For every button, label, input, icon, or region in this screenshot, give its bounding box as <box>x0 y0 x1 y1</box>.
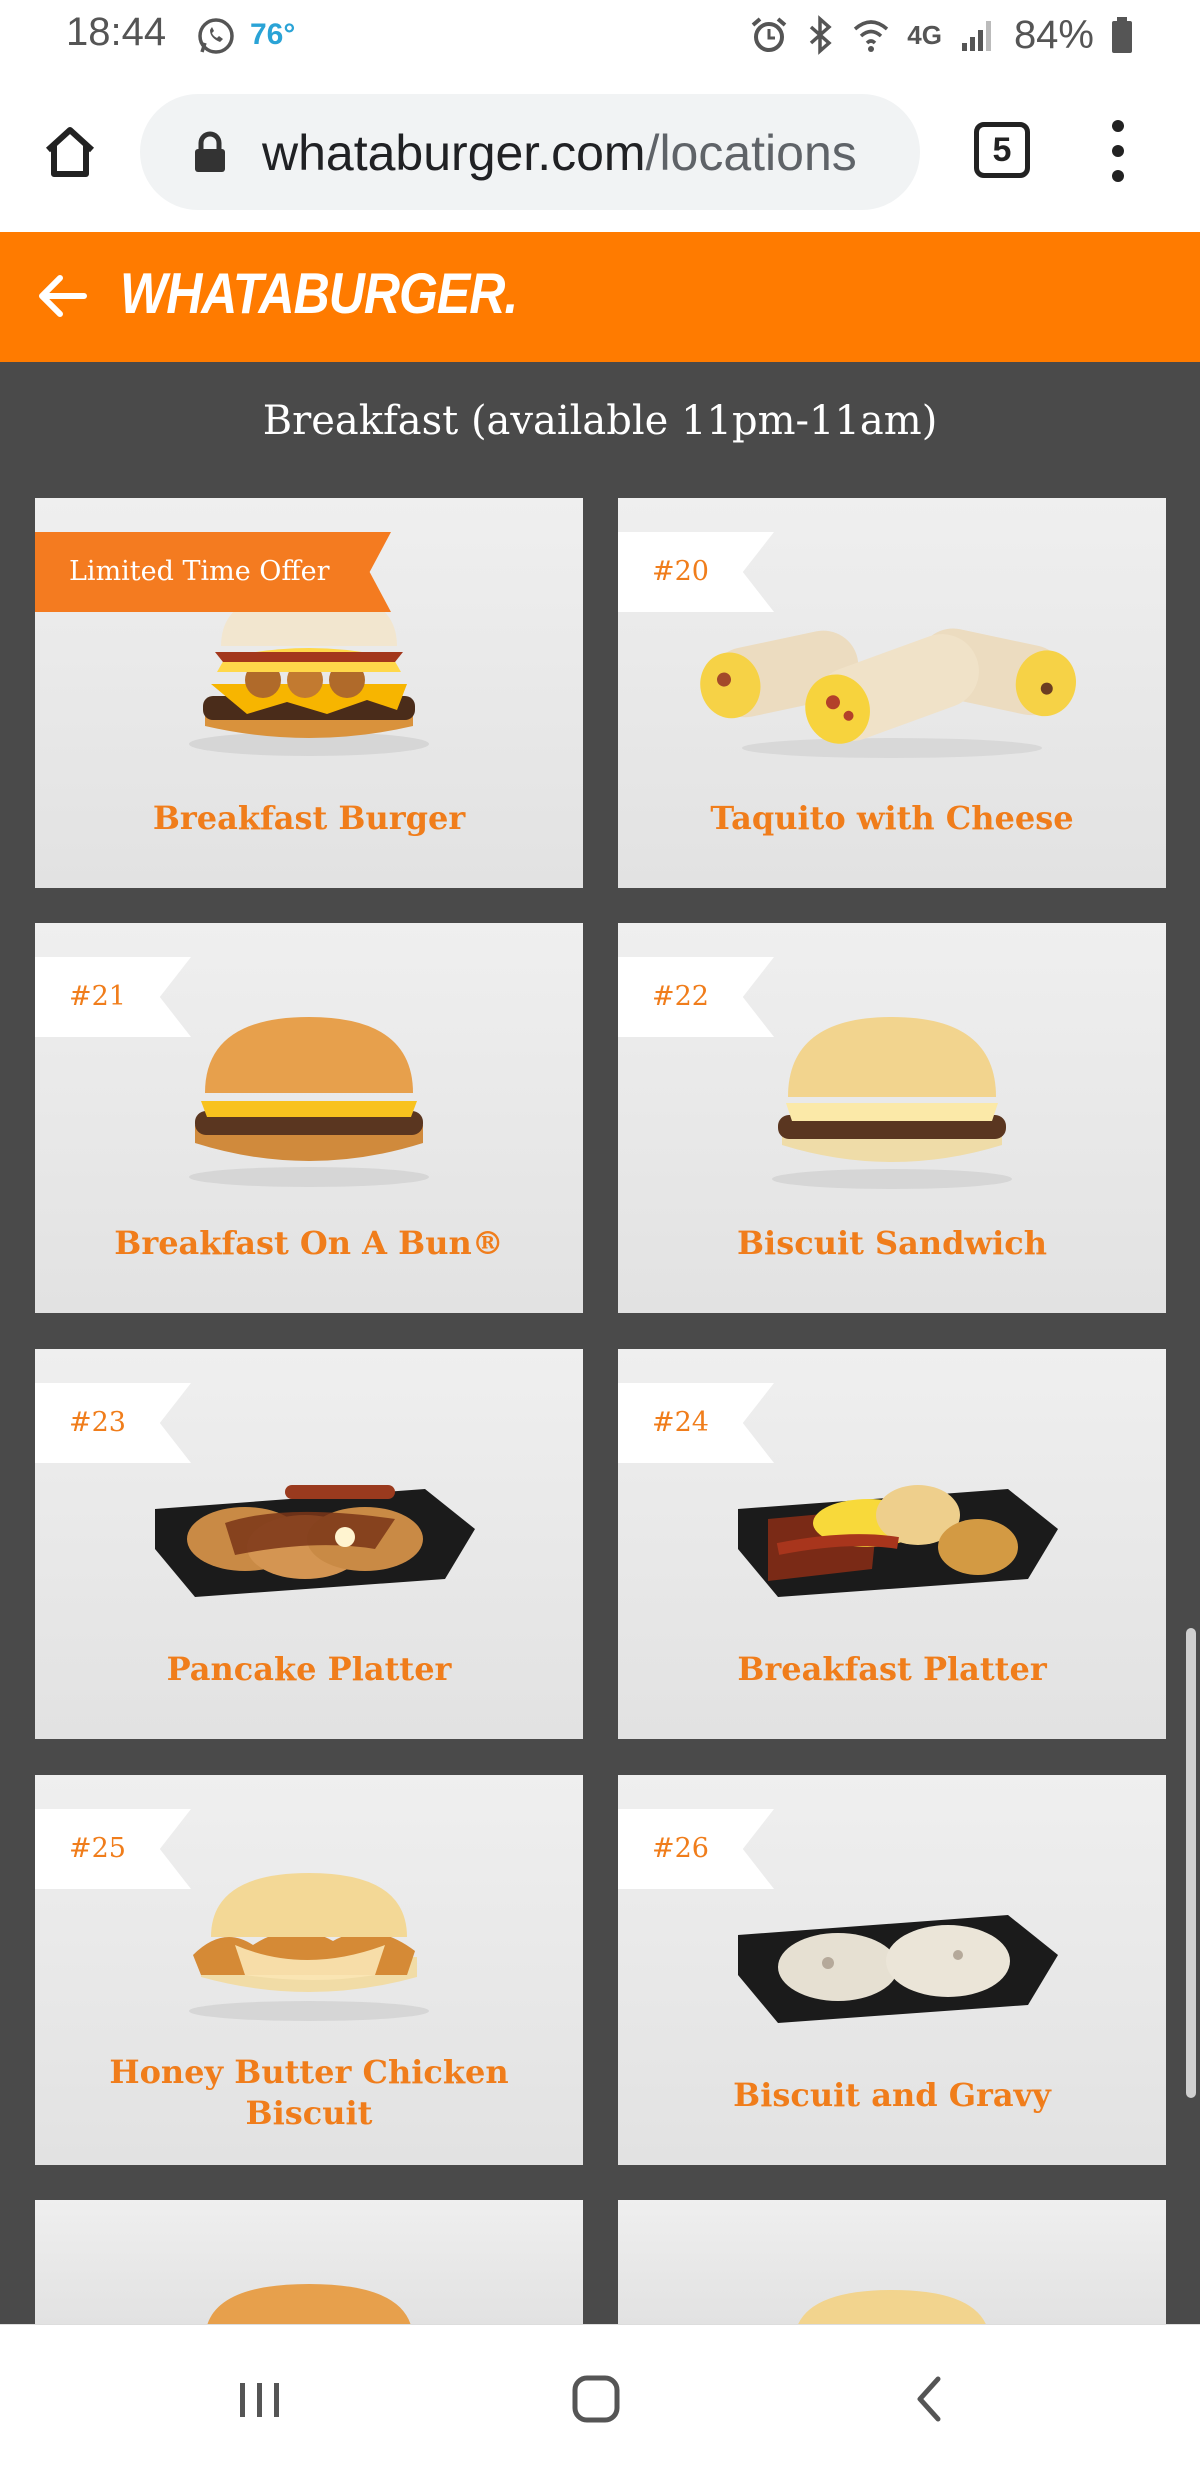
wifi-icon <box>854 20 889 52</box>
menu-card[interactable]: #20 Taquito with Cheese <box>618 498 1166 888</box>
brand-logo[interactable]: WHATABURGER. <box>120 260 518 327</box>
lock-icon <box>195 131 225 172</box>
recents-icon[interactable] <box>230 2369 290 2429</box>
item-name: Taquito with Cheese <box>710 799 1074 837</box>
section-title: Breakfast (available 11pm-11am) <box>262 398 938 444</box>
status-bar: 18:44 76° 4G 84% <box>0 0 1200 72</box>
item-name: Pancake Platter <box>166 1650 452 1688</box>
item-name: Breakfast Burger <box>152 799 466 837</box>
arrow-left-icon[interactable] <box>34 268 90 324</box>
food-image <box>798 2290 986 2324</box>
menu-card[interactable]: #22 Biscuit Sandwich <box>618 923 1166 1313</box>
tab-switcher-button[interactable]: 5 <box>974 122 1030 178</box>
url-text: whataburger.com/locations <box>262 124 912 182</box>
item-name: Biscuit and Gravy <box>733 2076 1051 2114</box>
status-icons: 4G 84% <box>749 10 1134 60</box>
item-name: Breakfast On A Bun® <box>114 1224 504 1262</box>
item-name: Biscuit Sandwich <box>737 1224 1047 1262</box>
battery-icon <box>1112 17 1132 53</box>
network-type: 4G <box>907 19 942 50</box>
url-domain: whataburger.com <box>262 125 646 181</box>
more-vert-icon[interactable] <box>1100 116 1136 186</box>
food-image <box>207 2284 411 2324</box>
limited-time-badge: Limited Time Offer <box>35 532 391 612</box>
item-name: Honey Butter Chicken <box>109 2053 509 2091</box>
menu-card[interactable]: #25 Honey Butter Chicken Biscuit <box>35 1775 583 2165</box>
status-time: 18:44 <box>66 10 167 54</box>
menu-card[interactable]: #21 Breakfast On A Bun® <box>35 923 583 1313</box>
menu-card[interactable]: Limited Time Offer Breakfast Burger <box>35 498 583 888</box>
menu-card[interactable]: #24 Breakfast Platter <box>618 1349 1166 1739</box>
bluetooth-icon <box>810 15 832 55</box>
alarm-icon <box>751 17 787 52</box>
menu-card[interactable] <box>35 2200 583 2324</box>
url-path: /locations <box>645 125 857 181</box>
menu-card[interactable] <box>618 2200 1166 2324</box>
scrollbar-thumb[interactable] <box>1186 1628 1196 2098</box>
home-square-icon[interactable] <box>566 2369 626 2429</box>
browser-toolbar: whataburger.com/locations 5 <box>0 72 1200 232</box>
system-nav-bar <box>0 2324 1200 2467</box>
whatsapp-icon <box>198 18 234 54</box>
item-name-line2: Biscuit <box>245 2094 373 2132</box>
signal-icon <box>961 21 991 51</box>
status-temperature: 76° <box>250 18 296 51</box>
home-icon[interactable] <box>40 122 100 182</box>
site-header: WHATABURGER. <box>0 232 1200 362</box>
menu-card[interactable]: #23 Pancake Platter <box>35 1349 583 1739</box>
battery-percent: 84% <box>1013 12 1094 57</box>
menu-content: Breakfast (available 11pm-11am) Limited … <box>0 362 1200 2324</box>
menu-card[interactable]: #26 Biscuit and Gravy <box>618 1775 1166 2165</box>
item-name: Breakfast Platter <box>737 1650 1047 1688</box>
chevron-left-icon[interactable] <box>900 2369 960 2429</box>
address-bar[interactable]: whataburger.com/locations <box>140 94 920 210</box>
